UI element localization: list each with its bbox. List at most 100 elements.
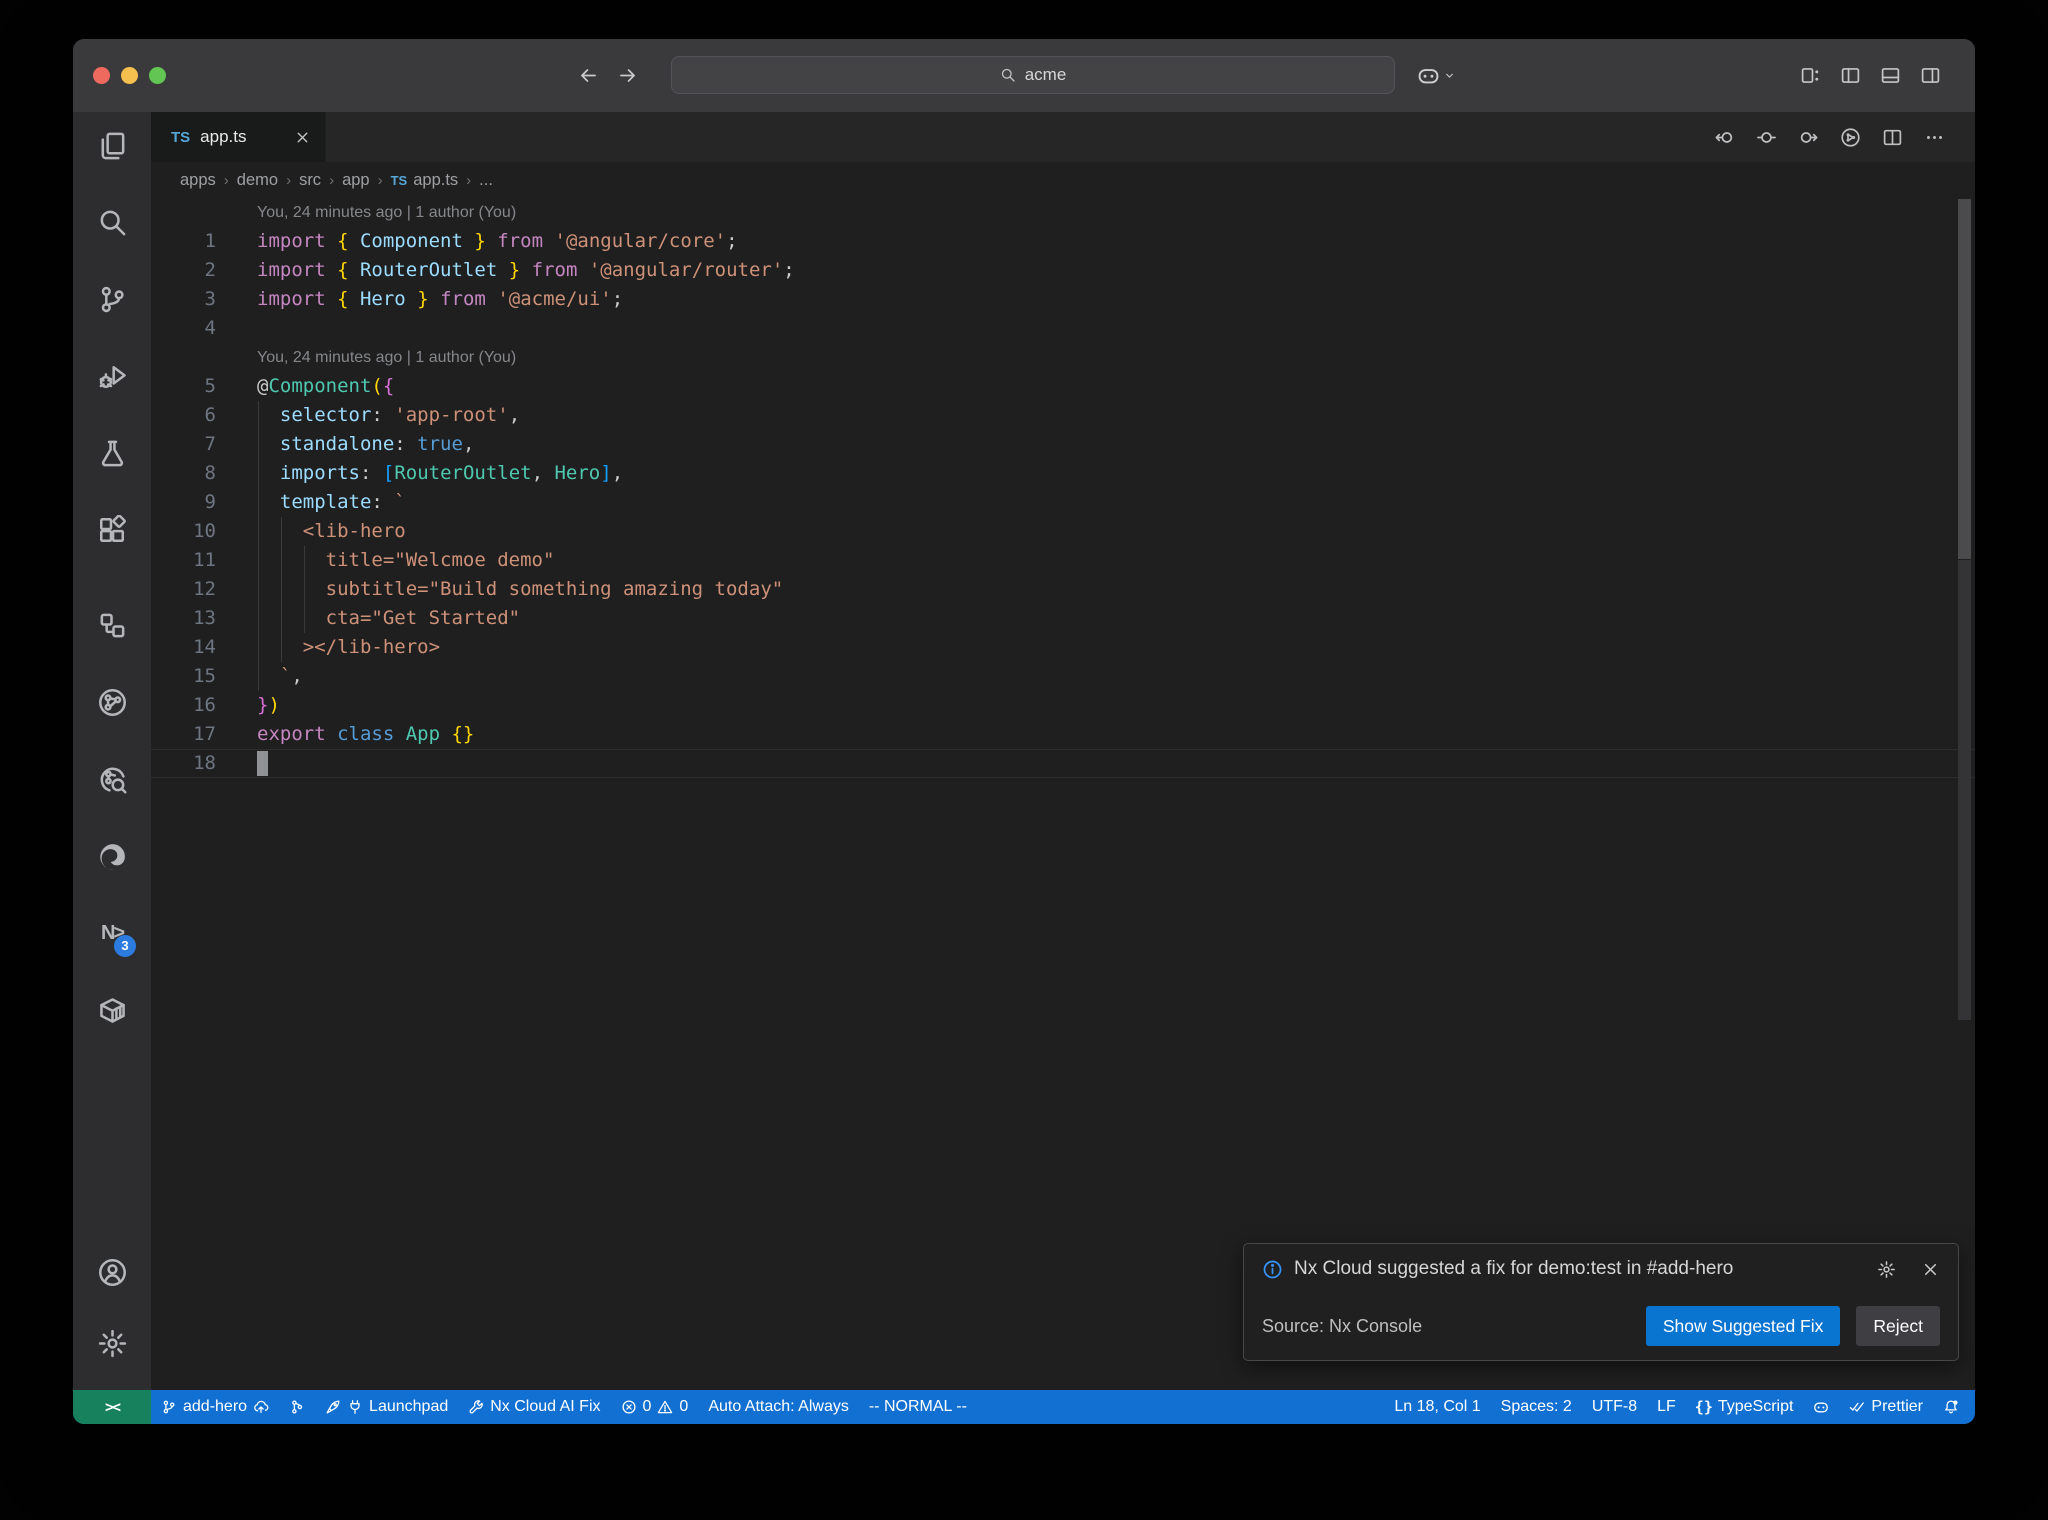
code-line-13: 13 cta="Get Started"	[151, 604, 1975, 633]
remote-icon: ><	[104, 1398, 121, 1416]
launchpad-status[interactable]: Launchpad	[315, 1390, 458, 1424]
zoom-button[interactable]	[149, 67, 166, 84]
indentation-status[interactable]: Spaces: 2	[1491, 1390, 1582, 1424]
tab-app-ts[interactable]: TS app.ts	[151, 112, 326, 162]
run-debug-icon[interactable]	[92, 356, 132, 396]
code-line-7: 7 standalone: true,	[151, 430, 1975, 459]
code-editor[interactable]: You, 24 minutes ago | 1 author (You) 1 imp…	[151, 198, 1975, 1390]
close-button[interactable]	[93, 67, 110, 84]
nx-badge: 3	[114, 935, 136, 957]
edge-icon[interactable]	[92, 836, 132, 876]
minimize-button[interactable]	[121, 67, 138, 84]
explorer-icon[interactable]	[92, 125, 132, 165]
arrow-right-icon[interactable]	[617, 65, 638, 86]
accounts-icon[interactable]	[92, 1252, 132, 1292]
toggle-sidebar-icon[interactable]	[1840, 65, 1861, 86]
code-line-2: 2 import { RouterOutlet } from '@angular/…	[151, 256, 1975, 285]
code-line-12: 12 subtitle="Build something amazing tod…	[151, 575, 1975, 604]
editor-scrollbar[interactable]	[1958, 199, 1971, 559]
code-line-14: 14 ></lib-hero>	[151, 633, 1975, 662]
breadcrumb-item-demo[interactable]: demo	[237, 171, 278, 190]
breadcrumb-item-[interactable]: ...	[479, 171, 493, 190]
nav-back-icon[interactable]	[1714, 127, 1735, 148]
gitlens-blame-annotation: You, 24 minutes ago | 1 author (You)	[257, 204, 517, 221]
nav-forward-icon[interactable]	[1798, 127, 1819, 148]
search-icon[interactable]	[92, 202, 132, 242]
breadcrumb-item-apps[interactable]: apps	[180, 171, 216, 190]
line-number: 4	[204, 317, 216, 339]
settings-gear-icon[interactable]	[92, 1323, 132, 1363]
window-controls	[93, 39, 166, 112]
line-number: 11	[193, 549, 216, 571]
language-status[interactable]: {} TypeScript	[1686, 1390, 1804, 1424]
auto-attach-status[interactable]: Auto Attach: Always	[698, 1390, 859, 1424]
breadcrumb-item-app[interactable]: app	[342, 171, 370, 190]
vim-mode-status[interactable]: -- NORMAL --	[859, 1390, 977, 1424]
wrench-icon	[468, 1399, 484, 1415]
line-number: 12	[193, 578, 216, 600]
workspace-icon[interactable]	[92, 605, 132, 645]
git-graph-icon	[289, 1399, 305, 1415]
copilot-menu[interactable]	[1417, 39, 1456, 112]
copilot-icon	[1813, 1399, 1829, 1415]
nav-location-icon[interactable]	[1756, 127, 1777, 148]
tab-close-icon[interactable]	[294, 129, 311, 146]
toggle-secondary-sidebar-icon[interactable]	[1920, 65, 1941, 86]
status-text: Nx Cloud AI Fix	[490, 1398, 601, 1415]
status-text: Launchpad	[369, 1398, 449, 1415]
nx-graph-icon[interactable]	[92, 682, 132, 722]
code-line-16: 16})	[151, 691, 1975, 720]
split-editor-icon[interactable]	[1882, 127, 1903, 148]
activity-bar: N> 3	[73, 112, 151, 1390]
line-number: 17	[193, 723, 216, 745]
more-actions-icon[interactable]	[1924, 127, 1945, 148]
nx-console-icon[interactable]: N> 3	[92, 913, 136, 957]
code-line-6: 6 selector: 'app-root',	[151, 401, 1975, 430]
customize-layout-icon[interactable]	[1800, 65, 1821, 86]
line-number: 3	[204, 288, 216, 310]
info-icon	[1262, 1259, 1283, 1280]
status-text: TypeScript	[1717, 1398, 1794, 1415]
status-text: Spaces: 2	[1500, 1398, 1572, 1415]
tab-bar: TS app.ts	[151, 112, 1975, 162]
cursor-position-status[interactable]: Ln 18, Col 1	[1384, 1390, 1490, 1424]
status-text: add-hero	[183, 1398, 248, 1415]
eol-status[interactable]: LF	[1647, 1390, 1686, 1424]
notification-close-icon[interactable]	[1921, 1260, 1940, 1279]
containers-icon[interactable]	[92, 990, 132, 1030]
notification-gear-icon[interactable]	[1877, 1260, 1896, 1279]
code-line-3: 3 import { Hero } from '@acme/ui';	[151, 285, 1975, 314]
line-number: 9	[204, 491, 216, 513]
block-cursor	[257, 751, 268, 776]
breadcrumb-item-src[interactable]: src	[299, 171, 321, 190]
git-branch-status[interactable]: add-hero	[151, 1390, 279, 1424]
encoding-status[interactable]: UTF-8	[1582, 1390, 1647, 1424]
reject-button[interactable]: Reject	[1856, 1306, 1940, 1346]
copilot-status[interactable]	[1803, 1390, 1839, 1424]
bell-dot-icon	[1943, 1399, 1959, 1415]
chevron-down-icon[interactable]	[1443, 69, 1456, 82]
remote-indicator[interactable]: ><	[73, 1390, 151, 1424]
code-line-10: 10 <lib-hero	[151, 517, 1975, 546]
toggle-panel-icon[interactable]	[1880, 65, 1901, 86]
gitlens-blame-annotation: You, 24 minutes ago | 1 author (You)	[257, 349, 517, 366]
status-text: 0	[642, 1398, 652, 1415]
formatter-status[interactable]: Prettier	[1839, 1390, 1933, 1424]
show-suggested-fix-button[interactable]: Show Suggested Fix	[1645, 1306, 1841, 1346]
notifications-status[interactable]	[1933, 1390, 1969, 1424]
extensions-icon[interactable]	[92, 510, 132, 550]
nx-run-icon[interactable]	[1840, 127, 1861, 148]
testing-icon[interactable]	[92, 433, 132, 473]
nx-graph-search-icon[interactable]	[92, 759, 132, 799]
arrow-left-icon[interactable]	[578, 65, 599, 86]
nx-cloud-ai-fix-status[interactable]: Nx Cloud AI Fix	[458, 1390, 610, 1424]
source-control-icon[interactable]	[92, 279, 132, 319]
copilot-icon[interactable]	[1417, 64, 1440, 87]
problems-status[interactable]: 00	[611, 1390, 699, 1424]
breadcrumb-item-appts[interactable]: TS app.ts	[391, 171, 459, 190]
notification-source: Source: Nx Console	[1262, 1315, 1423, 1336]
git-graph-status[interactable]	[279, 1390, 315, 1424]
notification-message: Nx Cloud suggested a fix for demo:test i…	[1294, 1258, 1734, 1279]
line-number: 2	[204, 259, 216, 281]
command-center-search[interactable]: acme	[671, 56, 1395, 94]
